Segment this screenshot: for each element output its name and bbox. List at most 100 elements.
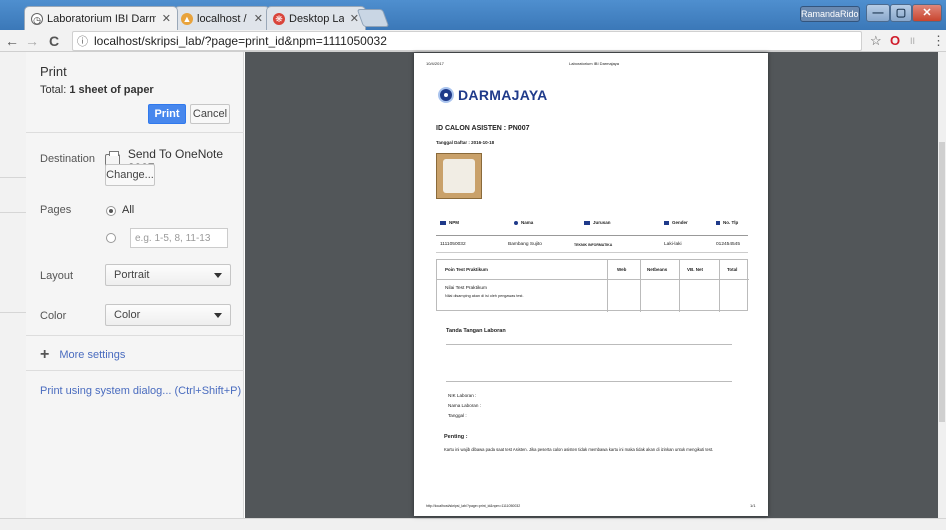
th-total: Total bbox=[727, 267, 738, 272]
tab-label: Desktop Landing Page bbox=[289, 12, 344, 25]
tab-strip: ◷ Laboratorium IBI Darmaj ✕ ▲ localhost … bbox=[0, 0, 946, 30]
header-npm: NPM bbox=[440, 220, 459, 225]
col-divider bbox=[719, 260, 720, 312]
header-tlp: No. Tlp bbox=[716, 220, 738, 225]
pages-all-label: All bbox=[122, 204, 135, 216]
header-npm-label: NPM bbox=[449, 220, 459, 225]
scrollbar[interactable] bbox=[938, 52, 946, 518]
print-total: Total: 1 sheet of paper bbox=[40, 84, 154, 96]
pages-all-radio[interactable] bbox=[106, 206, 116, 216]
tanda-tangan-title: Tanda Tangan Laboran bbox=[446, 328, 506, 334]
reload-button[interactable]: C bbox=[46, 32, 62, 50]
globe-icon: ◷ bbox=[31, 12, 43, 25]
layout-label: Layout bbox=[40, 270, 74, 282]
col-divider bbox=[640, 260, 641, 312]
star-icon[interactable]: ☆ bbox=[870, 33, 882, 49]
tab-laboratorium[interactable]: ◷ Laboratorium IBI Darmaj ✕ bbox=[24, 6, 178, 30]
header-jurusan: Jurusan bbox=[584, 220, 611, 225]
system-dialog-link[interactable]: Print using system dialog... (Ctrl+Shift… bbox=[40, 385, 241, 397]
left-gutter bbox=[0, 52, 26, 530]
th-poin: Poin Test Praktikum bbox=[445, 267, 488, 272]
page-header-title: Laboratorium IBI Darmajaya bbox=[569, 61, 620, 66]
color-label: Color bbox=[40, 310, 67, 322]
applicant-photo bbox=[436, 153, 482, 199]
user-icon bbox=[514, 220, 518, 225]
cell-nama: Bambang Sujito bbox=[508, 242, 542, 247]
chevron-down-icon bbox=[214, 313, 222, 318]
nilai-table: Poin Test Praktikum Web Netbeans VB. Net… bbox=[436, 259, 749, 312]
close-tab-icon[interactable]: ✕ bbox=[254, 12, 263, 25]
nama-laboran: Nama Laboran : bbox=[448, 403, 481, 408]
cell-jurusan: TEKNIK INFORMATIKA bbox=[574, 243, 613, 247]
back-button[interactable]: ← bbox=[4, 32, 20, 50]
darmajaya-logo: DARMAJAYA bbox=[438, 87, 548, 103]
pages-range-input[interactable] bbox=[130, 228, 228, 248]
pause-icon[interactable]: II bbox=[910, 33, 915, 49]
maximize-button[interactable]: ▢ bbox=[890, 4, 912, 22]
th-netbeans: Netbeans bbox=[647, 267, 668, 272]
site-info-icon[interactable]: ⓘ bbox=[77, 33, 88, 49]
preview-page: 10/4/2017 Laboratorium IBI Darmajaya DAR… bbox=[414, 53, 768, 516]
cancel-button[interactable]: Cancel bbox=[190, 104, 230, 124]
header-gender: Gender bbox=[664, 220, 688, 225]
footer-url: http://localhost/skripsi_lab/?page=print… bbox=[426, 504, 521, 508]
tab-phpmyadmin[interactable]: ▲ localhost / 127.0.0.1 / db ✕ bbox=[174, 6, 270, 30]
more-settings-toggle[interactable]: + More settings bbox=[40, 346, 125, 364]
close-window-button[interactable]: ✕ bbox=[912, 4, 942, 22]
tanggal-laboran: Tanggal : bbox=[448, 413, 467, 418]
footer-page: 1/1 bbox=[750, 503, 756, 508]
th-vbnet: VB. Net bbox=[687, 267, 704, 272]
row-divider bbox=[437, 279, 749, 280]
signature-line bbox=[446, 381, 732, 382]
address-bar[interactable]: ⓘ localhost/skripsi_lab/?page=print_id&n… bbox=[72, 31, 862, 51]
browser-toolbar: ← → C ⓘ localhost/skripsi_lab/?page=prin… bbox=[0, 30, 946, 52]
cell-npm: 1111050032 bbox=[440, 242, 466, 247]
header-nama: Nama bbox=[514, 220, 533, 225]
id-title: ID CALON ASISTEN : PN007 bbox=[436, 125, 530, 132]
gutter-line bbox=[0, 177, 26, 178]
col-divider bbox=[607, 260, 608, 312]
pages-custom-radio[interactable] bbox=[106, 233, 116, 243]
cell-gender: Laki-laki bbox=[664, 242, 682, 247]
url-text: localhost/skripsi_lab/?page=print_id&npm… bbox=[94, 34, 387, 48]
header-gender-label: Gender bbox=[672, 220, 688, 225]
more-settings-label: More settings bbox=[59, 349, 126, 361]
minimize-button[interactable]: — bbox=[866, 4, 890, 22]
landing-page-icon: ❋ bbox=[273, 12, 285, 25]
tab-label: Laboratorium IBI Darmaj bbox=[47, 12, 156, 25]
print-title: Print bbox=[40, 64, 67, 79]
divider bbox=[26, 370, 244, 371]
logo-text: DARMAJAYA bbox=[458, 87, 548, 103]
th-web: Web bbox=[617, 267, 627, 272]
scrollbar-thumb[interactable] bbox=[939, 142, 945, 422]
header-divider bbox=[436, 235, 748, 236]
divider bbox=[26, 132, 244, 133]
gutter-line bbox=[0, 212, 26, 213]
nilai-title: Nilai Test Praktikum bbox=[445, 286, 488, 291]
plus-icon: + bbox=[40, 346, 50, 363]
phone-icon bbox=[716, 220, 720, 225]
destination-label: Destination bbox=[40, 153, 96, 165]
total-value: 1 sheet of paper bbox=[69, 84, 154, 96]
gender-icon bbox=[664, 220, 669, 225]
tab-label: localhost / 127.0.0.1 / db bbox=[197, 12, 248, 25]
penting-title: Penting : bbox=[444, 434, 468, 440]
change-destination-button[interactable]: Change... bbox=[105, 164, 155, 186]
menu-icon[interactable]: ⋮ bbox=[932, 33, 945, 49]
color-select[interactable]: Color bbox=[105, 304, 231, 326]
layout-select[interactable]: Portrait bbox=[105, 264, 231, 286]
print-button[interactable]: Print bbox=[148, 104, 186, 124]
new-tab-button[interactable] bbox=[356, 9, 390, 27]
graduation-cap-icon bbox=[584, 220, 590, 225]
row-divider bbox=[436, 252, 748, 253]
user-profile-button[interactable]: RamandaRidoSep... bbox=[800, 6, 860, 22]
forward-button[interactable]: → bbox=[24, 32, 40, 50]
color-value: Color bbox=[114, 309, 141, 321]
print-settings-panel: Print Total: 1 sheet of paper Print Canc… bbox=[26, 52, 244, 518]
penting-note: Kartu ini wajib dibawa pada saat test As… bbox=[444, 447, 714, 452]
close-tab-icon[interactable]: ✕ bbox=[162, 12, 171, 25]
darmajaya-logo-icon bbox=[438, 87, 454, 103]
header-jurusan-label: Jurusan bbox=[593, 220, 611, 225]
opera-icon[interactable]: O bbox=[890, 33, 900, 49]
tab-desktop-landing[interactable]: ❋ Desktop Landing Page ✕ bbox=[266, 6, 366, 30]
